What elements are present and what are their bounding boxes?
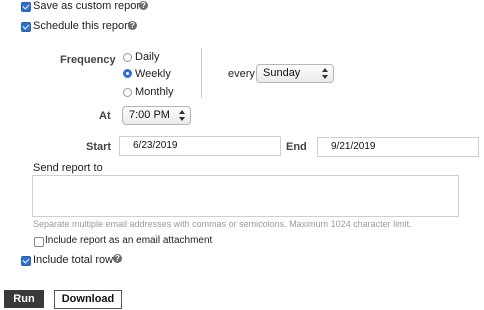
schedule-report-checkbox[interactable] [21,22,31,32]
end-date-input[interactable]: 9/21/2019 [317,137,479,157]
attachment-checkbox[interactable] [34,237,44,247]
frequency-label: Frequency [60,54,116,66]
include-total-row-label: Include total row [33,254,114,266]
attachment-label: Include report as an email attachment [45,235,213,246]
at-label: At [99,110,111,122]
save-custom-report-checkbox[interactable] [21,2,31,12]
radio-daily[interactable] [123,53,132,62]
radio-monthly[interactable] [123,88,132,97]
select-arrows-icon [179,110,185,121]
send-report-label: Send report to [33,162,103,174]
radio-daily-label: Daily [135,51,160,63]
day-select[interactable]: Sunday [256,64,334,83]
run-button[interactable]: Run [4,290,44,308]
end-label: End [286,141,307,153]
radio-weekly[interactable] [123,69,132,78]
select-arrows-icon [322,68,328,79]
time-select[interactable]: 7:00 PM [122,106,191,125]
schedule-report-label: Schedule this report [33,20,131,32]
email-hint: Separate multiple email addresses with c… [33,219,412,229]
radio-monthly-label: Monthly [135,86,174,98]
start-date-input[interactable]: 6/23/2019 [119,136,281,156]
download-button[interactable]: Download [54,290,122,309]
time-select-value: 7:00 PM [129,109,170,121]
day-select-value: Sunday [263,67,301,79]
radio-weekly-label: Weekly [135,68,171,80]
include-total-row-checkbox[interactable] [21,256,31,266]
save-custom-report-label: Save as custom report [33,0,144,12]
start-label: Start [86,141,112,153]
help-icon[interactable]: ? [128,21,137,30]
help-icon[interactable]: ? [113,254,122,263]
frequency-divider [201,48,202,98]
help-icon[interactable]: ? [139,1,148,10]
every-label: every [228,68,255,80]
email-recipients-textarea[interactable] [32,175,459,217]
